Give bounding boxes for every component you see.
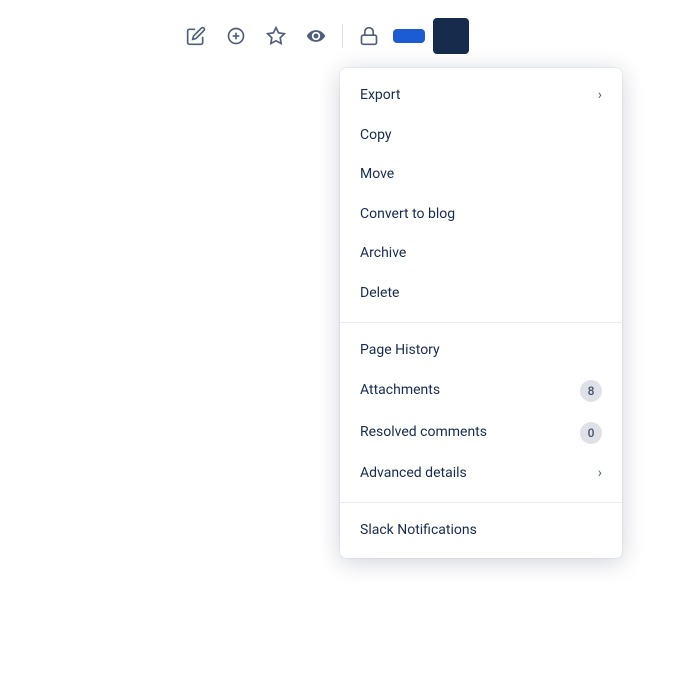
menu-item-page-history[interactable]: Page History bbox=[340, 331, 622, 371]
watch-icon[interactable] bbox=[300, 20, 332, 52]
menu-section-1: Export › Copy Move Convert to blog Archive Del… bbox=[340, 68, 622, 322]
menu-item-delete[interactable]: Delete bbox=[340, 274, 622, 314]
menu-item-label-convert-to-blog: Convert to blog bbox=[360, 205, 455, 225]
menu-item-export[interactable]: Export › bbox=[340, 76, 622, 116]
menu-item-badge-resolved-comments: 0 bbox=[580, 422, 602, 444]
menu-item-advanced-details[interactable]: Advanced details › bbox=[340, 454, 622, 494]
star-icon[interactable] bbox=[260, 20, 292, 52]
lock-icon[interactable] bbox=[353, 20, 385, 52]
menu-item-slack-notifications[interactable]: Slack Notifications bbox=[340, 511, 622, 551]
menu-item-attachments[interactable]: Attachments 8 bbox=[340, 370, 622, 412]
share-button[interactable] bbox=[393, 29, 425, 43]
more-button[interactable] bbox=[433, 18, 469, 54]
menu-section-2: Page History Attachments 8 Resolved comment… bbox=[340, 322, 622, 502]
menu-item-move[interactable]: Move bbox=[340, 155, 622, 195]
menu-item-convert-to-blog[interactable]: Convert to blog bbox=[340, 195, 622, 235]
menu-item-chevron-export: › bbox=[598, 86, 602, 106]
edit-icon[interactable] bbox=[180, 20, 212, 52]
menu-item-label-export: Export bbox=[360, 86, 400, 106]
menu-item-label-advanced-details: Advanced details bbox=[360, 464, 467, 484]
menu-item-label-archive: Archive bbox=[360, 244, 406, 264]
comment-icon[interactable] bbox=[220, 20, 252, 52]
toolbar-divider bbox=[342, 24, 343, 48]
menu-item-label-attachments: Attachments bbox=[360, 381, 440, 401]
menu-item-label-page-history: Page History bbox=[360, 341, 440, 361]
dropdown-menu: Export › Copy Move Convert to blog Archive Del… bbox=[340, 68, 622, 558]
toolbar bbox=[180, 18, 469, 54]
menu-item-label-delete: Delete bbox=[360, 284, 399, 304]
menu-item-label-copy: Copy bbox=[360, 126, 392, 146]
menu-section-3: Slack Notifications bbox=[340, 502, 622, 559]
menu-item-badge-attachments: 8 bbox=[580, 380, 602, 402]
menu-item-resolved-comments[interactable]: Resolved comments 0 bbox=[340, 412, 622, 454]
menu-item-archive[interactable]: Archive bbox=[340, 234, 622, 274]
menu-item-label-move: Move bbox=[360, 165, 394, 185]
menu-item-label-slack-notifications: Slack Notifications bbox=[360, 521, 477, 541]
menu-item-label-resolved-comments: Resolved comments bbox=[360, 423, 487, 443]
menu-item-copy[interactable]: Copy bbox=[340, 116, 622, 156]
menu-item-chevron-advanced-details: › bbox=[598, 464, 602, 484]
